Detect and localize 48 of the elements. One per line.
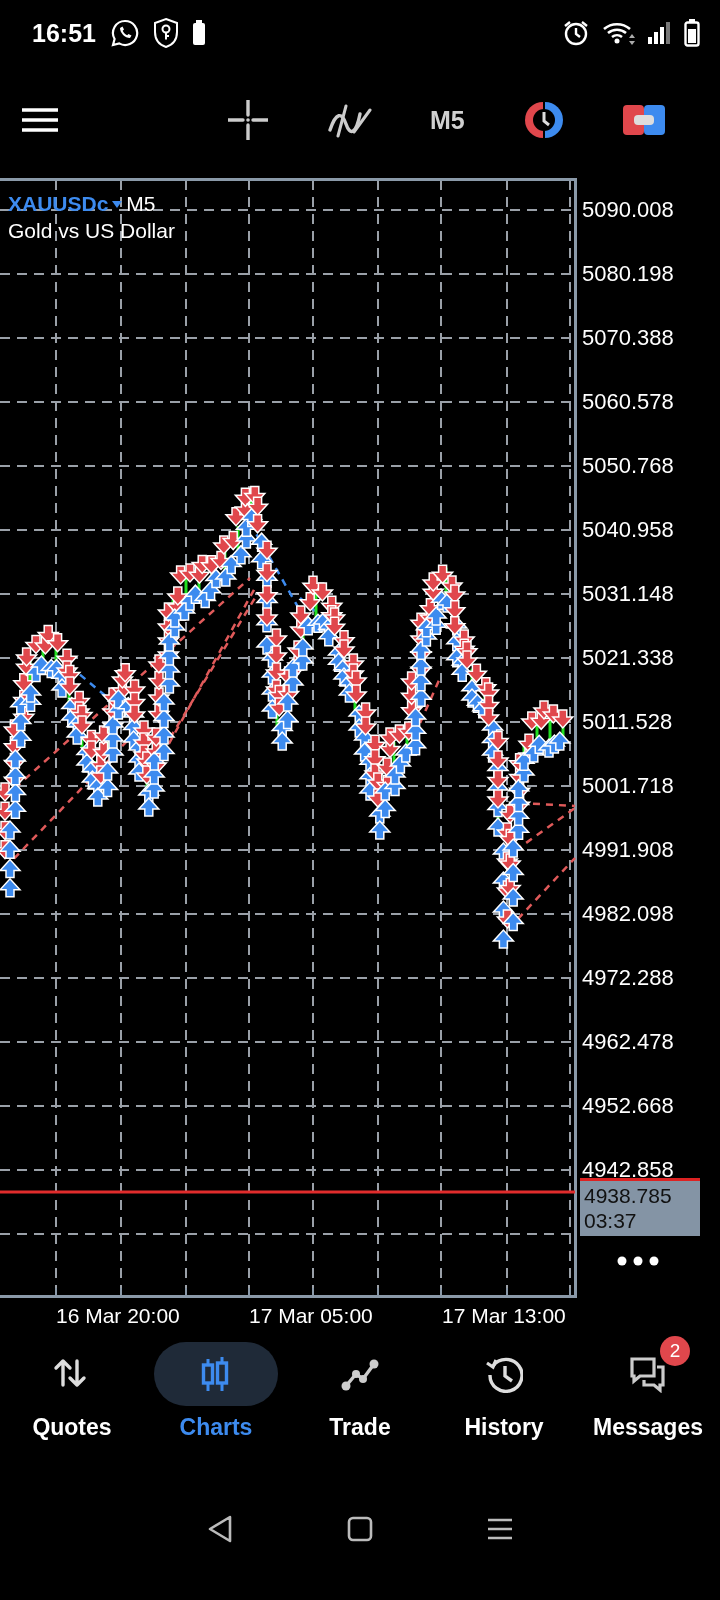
- price-label: 5031.148: [582, 581, 674, 607]
- shield-key-icon: [151, 17, 180, 49]
- nav-tab[interactable]: Quotes: [0, 1334, 144, 1492]
- price-label: 5060.578: [582, 389, 674, 415]
- battery-icon: [191, 20, 206, 46]
- price-label: 4962.478: [582, 1029, 674, 1055]
- chat-bubble-icon: [109, 18, 140, 48]
- indicator-button[interactable]: [328, 102, 372, 138]
- price-label: 4982.098: [582, 901, 674, 927]
- nav-tab[interactable]: 2 Messages: [576, 1334, 720, 1492]
- clock-icon[interactable]: [522, 100, 565, 140]
- notification-badge: 2: [660, 1336, 690, 1366]
- caret-icon[interactable]: [112, 200, 123, 208]
- time-label: 17 Mar 05:00: [249, 1304, 374, 1328]
- history-icon: [485, 1355, 523, 1393]
- home-icon[interactable]: [347, 1516, 373, 1542]
- symbol-description: Gold vs US Dollar: [8, 219, 175, 243]
- price-label: 5070.388: [582, 325, 674, 351]
- chart-timeframe: M5: [126, 192, 156, 216]
- time-label: 17 Mar 13:00: [442, 1304, 567, 1328]
- nav-tab[interactable]: History: [432, 1334, 576, 1492]
- clock-time: 16:51: [32, 18, 96, 48]
- current-price-label: 4938.785 03:37: [580, 1178, 700, 1236]
- chat-bubbles-icon: [629, 1355, 667, 1393]
- menu-button[interactable]: [22, 107, 58, 133]
- alarm-clock-icon: [562, 19, 590, 47]
- wifi-icon: [602, 20, 636, 46]
- price-label: 4952.668: [582, 1093, 674, 1119]
- battery-icon: [684, 19, 700, 47]
- price-label: 4991.908: [582, 837, 674, 863]
- price-label: 5090.008: [582, 197, 674, 223]
- more-icon[interactable]: [617, 1256, 659, 1266]
- price-label: 5001.718: [582, 773, 674, 799]
- recents-icon[interactable]: [485, 1517, 514, 1541]
- timeframe-button[interactable]: M5: [430, 105, 465, 135]
- signal-icon: [648, 22, 672, 44]
- crosshair-button[interactable]: [228, 100, 268, 140]
- price-label: 5080.198: [582, 261, 674, 287]
- price-label: 5040.958: [582, 517, 674, 543]
- time-label: 16 Mar 20:00: [56, 1304, 181, 1328]
- price-label: 4972.288: [582, 965, 674, 991]
- toggle-icon[interactable]: [622, 105, 665, 135]
- price-label: 5021.338: [582, 645, 674, 671]
- nav-tab[interactable]: Trade: [288, 1334, 432, 1492]
- price-label: 5050.768: [582, 453, 674, 479]
- nav-tab[interactable]: Charts: [144, 1334, 288, 1492]
- price-label: 5011.528: [582, 709, 674, 735]
- symbol-link[interactable]: XAUUSDc: [8, 192, 109, 216]
